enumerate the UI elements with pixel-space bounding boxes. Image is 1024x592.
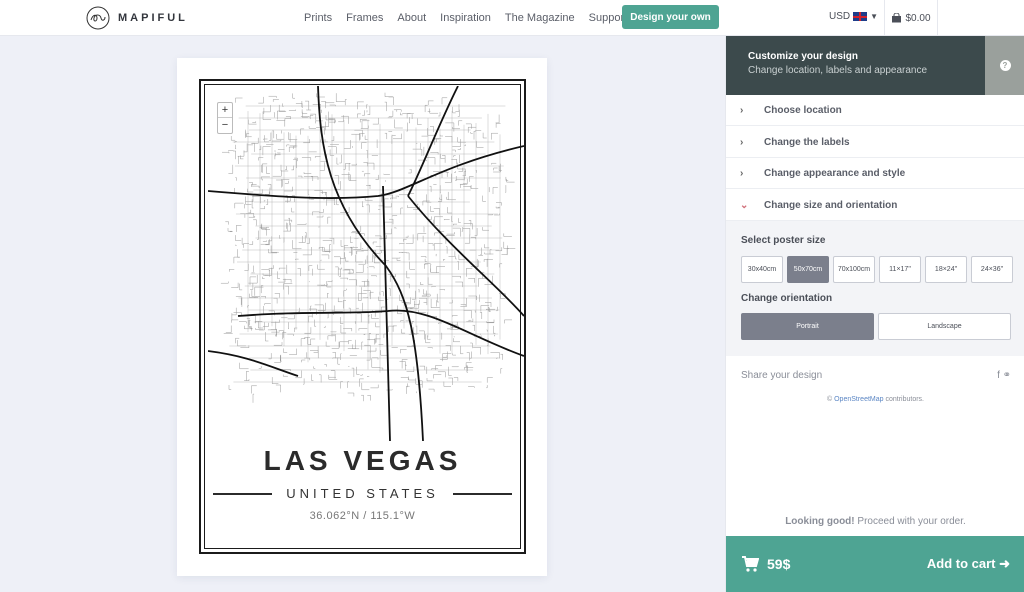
osm-suffix: contributors. bbox=[883, 396, 924, 403]
poster-coordinates: 36.062°N / 115.1°W bbox=[309, 510, 416, 522]
map-zoom-controls: + − bbox=[217, 102, 233, 134]
share-label: Share your design bbox=[741, 370, 823, 381]
uk-flag-icon bbox=[853, 12, 868, 21]
poster-country-row: UNITED STATES bbox=[213, 486, 513, 501]
orientation-options: Portrait Landscape bbox=[741, 313, 1011, 340]
size-option-50x70cm[interactable]: 50x70cm bbox=[787, 256, 829, 283]
nav-inspiration[interactable]: Inspiration bbox=[440, 12, 491, 24]
cart-total: $0.00 bbox=[905, 12, 931, 24]
orientation-portrait-button[interactable]: Portrait bbox=[741, 313, 874, 340]
size-options: 30x40cm 50x70cm 70x100cm 11×17" 18×24" 2… bbox=[741, 256, 1013, 283]
chevron-right-icon: › bbox=[740, 136, 744, 148]
proceed-text: Proceed with your order. bbox=[854, 516, 966, 527]
panel-subtitle: Change location, labels and appearance bbox=[748, 65, 928, 76]
zoom-out-button[interactable]: − bbox=[218, 118, 232, 133]
share-row: Share your design f ⚭ bbox=[741, 370, 1011, 381]
size-option-18x24[interactable]: 18×24" bbox=[925, 256, 967, 283]
customize-panel: Customize your design Change location, l… bbox=[725, 36, 1024, 592]
currency-selector[interactable]: USD ▼ bbox=[829, 11, 878, 22]
panel-header: Customize your design Change location, l… bbox=[726, 36, 985, 95]
nav-magazine[interactable]: The Magazine bbox=[505, 12, 575, 24]
zoom-in-button[interactable]: + bbox=[218, 103, 232, 118]
divider-line bbox=[452, 492, 513, 495]
design-your-own-button[interactable]: Design your own bbox=[622, 5, 719, 29]
help-icon: ? bbox=[999, 60, 1011, 71]
accordion-appearance-style[interactable]: › Change appearance and style bbox=[726, 158, 1024, 189]
top-header: MAPIFUL Prints Frames About Inspiration … bbox=[0, 0, 1024, 36]
poster-size-label: Select poster size bbox=[741, 235, 826, 246]
poster-frame: + − LAS VEGAS UNITED STATES 36.062°N / 1… bbox=[199, 79, 526, 554]
cart-button[interactable]: $0.00 bbox=[884, 0, 938, 36]
nav-prints[interactable]: Prints bbox=[304, 12, 332, 24]
price: 59$ bbox=[767, 556, 791, 572]
accordion-size-orientation[interactable]: ⌄ Change size and orientation bbox=[726, 190, 1024, 221]
currency-code: USD bbox=[829, 11, 851, 22]
orientation-label: Change orientation bbox=[741, 293, 833, 304]
brand-logo[interactable]: MAPIFUL bbox=[86, 6, 188, 30]
orientation-landscape-button[interactable]: Landscape bbox=[878, 313, 1011, 340]
cart-icon bbox=[742, 556, 759, 572]
main-nav: Prints Frames About Inspiration The Maga… bbox=[304, 0, 641, 36]
accordion-label: Change appearance and style bbox=[764, 167, 906, 179]
size-option-11x17[interactable]: 11×17" bbox=[879, 256, 921, 283]
accordion-choose-location[interactable]: › Choose location bbox=[726, 95, 1024, 126]
chevron-down-icon: ⌄ bbox=[740, 199, 749, 211]
size-option-70x100cm[interactable]: 70x100cm bbox=[833, 256, 875, 283]
add-to-cart-button[interactable]: Add to cart ➜ bbox=[927, 556, 1010, 572]
divider-line bbox=[213, 492, 273, 495]
size-orientation-options: Select poster size 30x40cm 50x70cm 70x10… bbox=[726, 221, 1024, 356]
accordion-change-labels[interactable]: › Change the labels bbox=[726, 127, 1024, 158]
accordion-label: Change the labels bbox=[764, 136, 850, 148]
share-icons[interactable]: f ⚭ bbox=[997, 370, 1011, 381]
poster-preview: + − LAS VEGAS UNITED STATES 36.062°N / 1… bbox=[177, 58, 547, 576]
help-button[interactable]: ? bbox=[985, 36, 1024, 95]
size-option-30x40cm[interactable]: 30x40cm bbox=[741, 256, 783, 283]
add-to-cart-bar[interactable]: 59$ Add to cart ➜ bbox=[726, 536, 1024, 592]
poster-country-label: UNITED STATES bbox=[286, 486, 439, 501]
nav-about[interactable]: About bbox=[397, 12, 426, 24]
osm-attribution: © OpenStreetMap contributors. bbox=[726, 396, 1024, 403]
city-map[interactable] bbox=[208, 86, 524, 441]
nav-frames[interactable]: Frames bbox=[346, 12, 383, 24]
accordion-label: Change size and orientation bbox=[764, 199, 898, 211]
osm-link[interactable]: OpenStreetMap bbox=[834, 396, 883, 403]
shopping-bag-icon bbox=[892, 13, 902, 23]
logo-mark-icon bbox=[86, 6, 110, 30]
brand-name: MAPIFUL bbox=[118, 12, 188, 24]
poster-city-label: LAS VEGAS bbox=[263, 445, 462, 476]
proceed-message: Looking good! Proceed with your order. bbox=[726, 516, 1024, 527]
accordion-label: Choose location bbox=[764, 104, 842, 116]
size-option-24x36[interactable]: 24×36" bbox=[971, 256, 1013, 283]
panel-title: Customize your design bbox=[748, 51, 859, 62]
chevron-right-icon: › bbox=[740, 167, 744, 179]
chevron-right-icon: › bbox=[740, 104, 744, 116]
caret-down-icon: ▼ bbox=[870, 12, 879, 21]
proceed-bold: Looking good! bbox=[785, 516, 855, 527]
